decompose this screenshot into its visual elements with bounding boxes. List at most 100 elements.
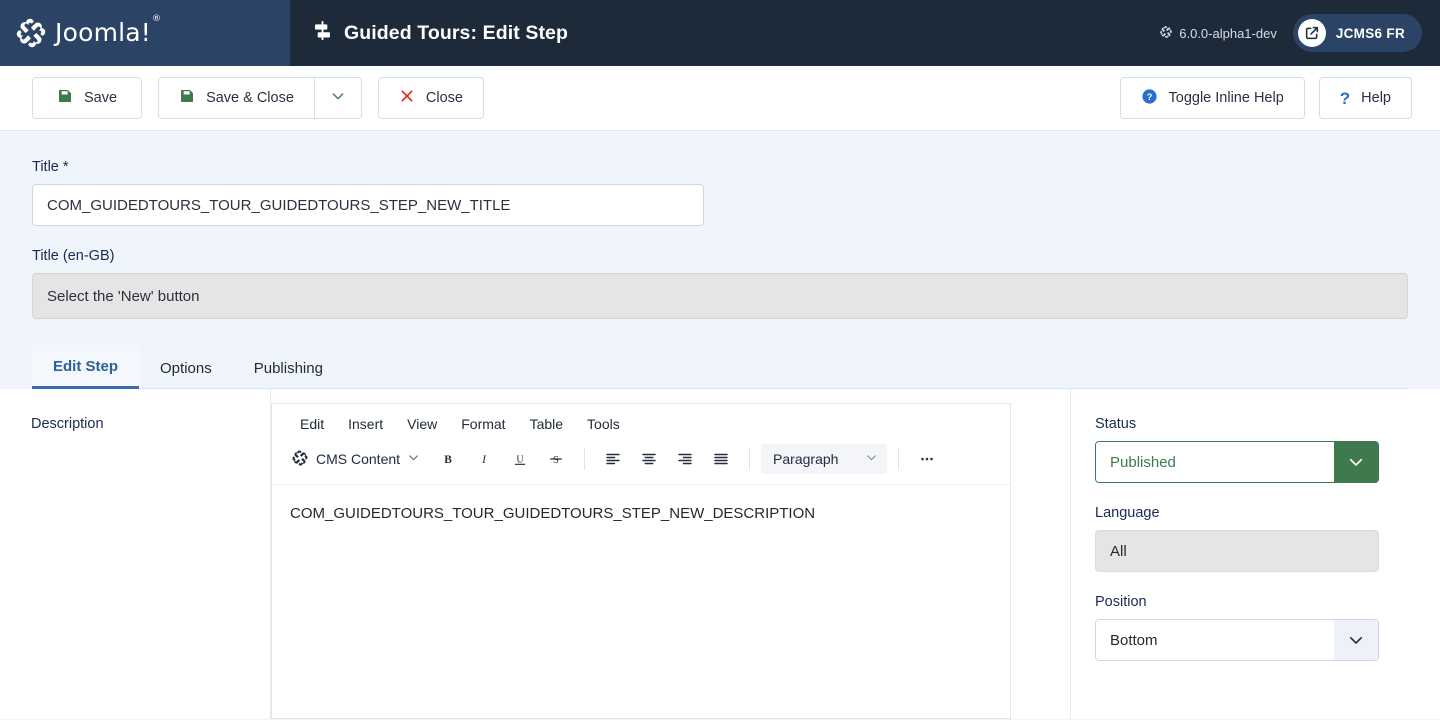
signpost-icon bbox=[312, 20, 333, 46]
status-label: Status bbox=[1095, 416, 1137, 432]
bold-icon[interactable]: B bbox=[431, 444, 465, 474]
editor-content-area[interactable]: COM_GUIDEDTOURS_TOUR_GUIDEDTOURS_STEP_NE… bbox=[272, 485, 1010, 718]
joomla-icon bbox=[291, 449, 309, 470]
view-site-button[interactable]: JCMS6 FR bbox=[1292, 14, 1422, 52]
version-label: 6.0.0-alpha1-dev bbox=[1179, 25, 1277, 41]
floppy-disk-icon bbox=[57, 88, 73, 108]
editor-toolbar: CMS Content B I U S Paragraph bbox=[272, 441, 1010, 485]
header-right-zone: 6.0.0-alpha1-dev JCMS6 FR bbox=[1159, 0, 1440, 66]
tab-options[interactable]: Options bbox=[139, 347, 233, 388]
toolbar-separator bbox=[898, 448, 900, 470]
description-label-column: Description bbox=[1, 389, 271, 719]
underline-icon[interactable]: U bbox=[503, 444, 537, 474]
align-left-icon[interactable] bbox=[596, 444, 630, 474]
title-engb-input[interactable] bbox=[32, 273, 1408, 319]
position-label: Position bbox=[1095, 594, 1147, 610]
chevron-down-icon bbox=[1334, 442, 1378, 482]
joomla-icon bbox=[1159, 25, 1173, 42]
format-select[interactable]: Paragraph bbox=[761, 444, 888, 474]
position-value: Bottom bbox=[1096, 620, 1334, 660]
save-button-label: Save bbox=[84, 90, 118, 106]
page-body: Title * Title (en-GB) Edit Step Options … bbox=[0, 131, 1440, 389]
chevron-down-icon bbox=[330, 88, 346, 108]
menu-tools[interactable]: Tools bbox=[577, 413, 630, 435]
tinymce-editor: Edit Insert View Format Table Tools CMS … bbox=[271, 403, 1011, 719]
description-field-label: Description bbox=[31, 416, 104, 432]
ellipsis-icon[interactable] bbox=[910, 444, 944, 474]
edit-toolbar: Save Save & Close Close ? Toggle Inline … bbox=[0, 66, 1440, 131]
save-and-close-button[interactable]: Save & Close bbox=[158, 77, 315, 119]
title-engb-field-label: Title (en-GB) bbox=[32, 248, 115, 264]
close-button-label: Close bbox=[425, 90, 463, 106]
cms-content-dropdown[interactable]: CMS Content bbox=[284, 445, 429, 474]
svg-text:I: I bbox=[481, 454, 487, 466]
toggle-inline-help-label: Toggle Inline Help bbox=[1168, 90, 1284, 106]
toolbar-separator bbox=[584, 448, 586, 470]
status-select[interactable]: Published bbox=[1095, 441, 1379, 483]
version-indicator: 6.0.0-alpha1-dev bbox=[1159, 25, 1277, 42]
save-button[interactable]: Save bbox=[32, 77, 143, 119]
status-value: Published bbox=[1096, 442, 1334, 482]
joomla-logo[interactable]: Joomla!® bbox=[14, 14, 162, 50]
menu-insert[interactable]: Insert bbox=[338, 413, 393, 435]
page-title: Guided Tours: Edit Step bbox=[344, 21, 569, 44]
chevron-down-icon bbox=[1334, 620, 1378, 660]
sidebar-options: Status Published Language All Position B… bbox=[1070, 389, 1440, 719]
save-close-group: Save & Close bbox=[158, 77, 362, 119]
title-field-label: Title * bbox=[32, 159, 69, 175]
align-justify-icon[interactable] bbox=[704, 444, 738, 474]
question-mark-icon: ? bbox=[1339, 88, 1351, 108]
trademark-symbol: ® bbox=[152, 14, 162, 25]
toggle-inline-help-button[interactable]: ? Toggle Inline Help bbox=[1119, 77, 1305, 119]
svg-text:B: B bbox=[444, 454, 452, 466]
save-options-dropdown-button[interactable] bbox=[313, 77, 362, 119]
italic-icon[interactable]: I bbox=[467, 444, 501, 474]
position-field: Position Bottom bbox=[1095, 594, 1379, 661]
cms-content-label: CMS Content bbox=[316, 451, 401, 467]
app-header: Joomla!® Guided Tours: Edit Step 6.0.0-a… bbox=[0, 0, 1440, 66]
toolbar-separator bbox=[749, 448, 751, 470]
svg-text:U: U bbox=[516, 454, 524, 465]
svg-text:?: ? bbox=[1146, 91, 1152, 101]
title-engb-field-block: Title (en-GB) bbox=[32, 248, 1408, 319]
toolbar-right-group: ? Toggle Inline Help ? Help bbox=[1119, 77, 1412, 119]
status-field: Status Published bbox=[1095, 416, 1379, 483]
help-button-label: Help bbox=[1361, 90, 1391, 106]
close-button[interactable]: Close bbox=[377, 77, 484, 119]
x-icon bbox=[399, 88, 415, 108]
tab-publishing[interactable]: Publishing bbox=[233, 347, 344, 388]
page-title-zone: Guided Tours: Edit Step bbox=[290, 0, 1159, 66]
menu-edit[interactable]: Edit bbox=[290, 413, 334, 435]
menu-format[interactable]: Format bbox=[451, 413, 515, 435]
external-link-icon bbox=[1297, 19, 1326, 47]
language-value[interactable]: All bbox=[1095, 530, 1379, 572]
chevron-down-icon bbox=[407, 451, 420, 467]
tab-bar: Edit Step Options Publishing bbox=[32, 345, 1408, 389]
edit-step-panel: Description Edit Insert View Format Tabl… bbox=[0, 389, 1440, 719]
menu-table[interactable]: Table bbox=[520, 413, 573, 435]
title-field-block: Title * bbox=[32, 159, 1408, 226]
tab-edit-step[interactable]: Edit Step bbox=[32, 345, 140, 389]
language-field: Language All bbox=[1095, 505, 1379, 572]
language-label: Language bbox=[1095, 505, 1160, 521]
question-circle-icon: ? bbox=[1141, 88, 1158, 109]
format-select-value: Paragraph bbox=[773, 451, 839, 467]
title-input[interactable] bbox=[32, 184, 704, 226]
align-center-icon[interactable] bbox=[632, 444, 666, 474]
site-name-label: JCMS6 FR bbox=[1335, 25, 1405, 41]
floppy-disk-icon bbox=[179, 88, 195, 108]
help-button[interactable]: ? Help bbox=[1318, 77, 1412, 119]
editor-menubar: Edit Insert View Format Table Tools bbox=[272, 404, 1010, 441]
strikethrough-icon[interactable]: S bbox=[539, 444, 573, 474]
joomla-icon bbox=[14, 16, 48, 50]
toolbar-left-group: Save Save & Close Close bbox=[32, 77, 484, 119]
chevron-down-icon bbox=[865, 451, 878, 467]
brand-zone[interactable]: Joomla!® bbox=[0, 0, 290, 66]
menu-view[interactable]: View bbox=[397, 413, 447, 435]
svg-text:S: S bbox=[553, 455, 559, 466]
editor-column: Edit Insert View Format Table Tools CMS … bbox=[271, 389, 1070, 719]
align-right-icon[interactable] bbox=[668, 444, 702, 474]
save-and-close-label: Save & Close bbox=[206, 90, 294, 106]
brand-wordmark: Joomla!® bbox=[55, 14, 162, 47]
position-select[interactable]: Bottom bbox=[1095, 619, 1379, 661]
